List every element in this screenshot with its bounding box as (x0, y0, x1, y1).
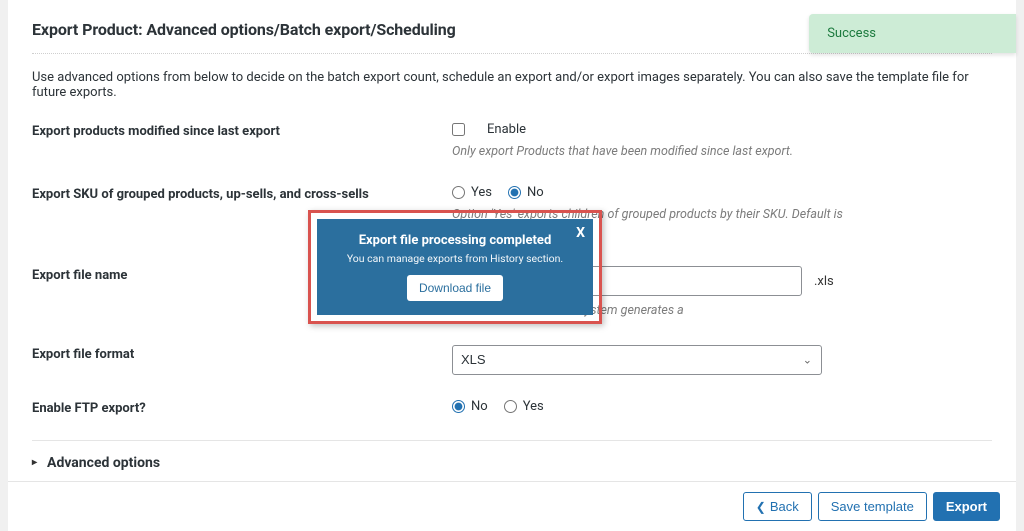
row-fileformat: Export file format XLS ⌄ (32, 345, 992, 375)
download-file-button[interactable]: Download file (407, 275, 503, 301)
save-template-button[interactable]: Save template (818, 492, 927, 521)
advanced-options-accordion[interactable]: ▸ Advanced options (32, 440, 992, 483)
footer-bar: ❮ Back Save template Export (8, 481, 1016, 531)
fileformat-select[interactable]: XLS (452, 345, 822, 375)
export-button[interactable]: Export (933, 492, 1000, 521)
grouped-sku-yes-label: Yes (471, 185, 492, 200)
row-modified-since: Export products modified since last expo… (32, 122, 992, 161)
caret-right-icon: ▸ (32, 457, 37, 468)
grouped-sku-no-label: No (527, 185, 544, 200)
modified-label: Export products modified since last expo… (32, 122, 452, 139)
modal-highlight-box: X Export file processing completed You c… (308, 210, 602, 324)
modified-enable-label: Enable (487, 122, 526, 137)
page-intro: Use advanced options from below to decid… (32, 70, 992, 100)
close-icon[interactable]: X (576, 225, 585, 241)
ftp-label: Enable FTP export? (32, 399, 452, 416)
fileformat-label: Export file format (32, 345, 452, 362)
ftp-yes-option[interactable]: Yes (504, 399, 544, 414)
row-ftp: Enable FTP export? No Yes (32, 399, 992, 416)
ftp-no-label: No (471, 399, 488, 414)
dialog-subtitle: You can manage exports from History sect… (327, 252, 583, 265)
ftp-no-option[interactable]: No (452, 399, 488, 414)
modified-help: Only export Products that have been modi… (452, 143, 852, 161)
grouped-sku-no-option[interactable]: No (508, 185, 544, 200)
back-button-label: Back (770, 499, 799, 514)
ftp-no-radio[interactable] (452, 400, 465, 413)
grouped-sku-yes-radio[interactable] (452, 186, 465, 199)
grouped-sku-yes-option[interactable]: Yes (452, 185, 492, 200)
title-divider (32, 53, 992, 54)
grouped-sku-no-radio[interactable] (508, 186, 521, 199)
filename-extension: .xls (814, 274, 834, 289)
ftp-yes-label: Yes (523, 399, 544, 414)
dialog-title: Export file processing completed (327, 233, 583, 248)
success-toast: Success (809, 14, 1016, 53)
grouped-sku-label: Export SKU of grouped products, up-sells… (32, 185, 452, 202)
ftp-yes-radio[interactable] (504, 400, 517, 413)
modified-enable-checkbox[interactable] (452, 123, 465, 136)
export-complete-dialog: X Export file processing completed You c… (317, 219, 593, 315)
success-toast-text: Success (827, 26, 876, 41)
advanced-options-label: Advanced options (47, 455, 160, 471)
back-button[interactable]: ❮ Back (743, 492, 812, 521)
chevron-left-icon: ❮ (756, 500, 766, 514)
